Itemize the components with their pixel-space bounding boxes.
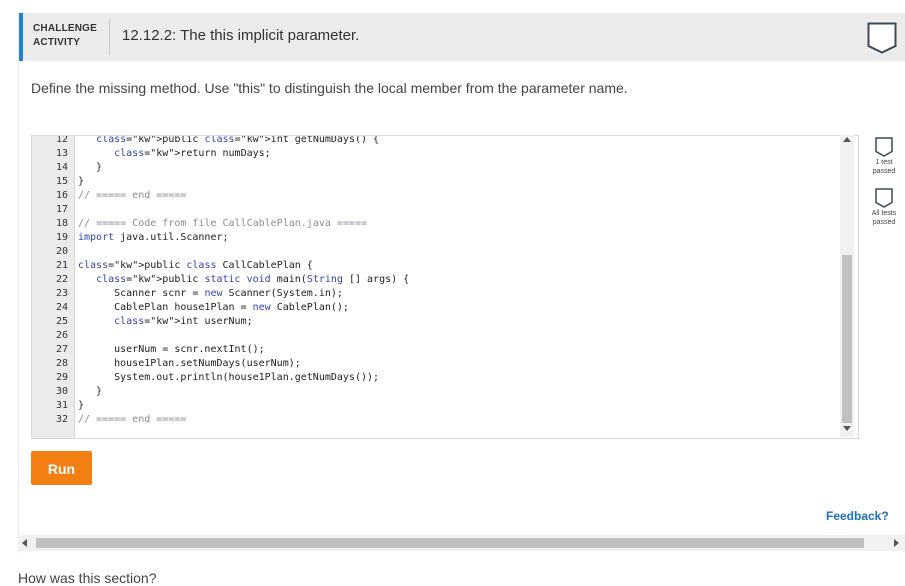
scroll-down-arrow-icon[interactable]	[843, 426, 851, 431]
test-result-label: All tests passed	[862, 209, 905, 227]
code-line[interactable]: }	[78, 399, 84, 413]
code-line[interactable]: }	[78, 385, 102, 399]
run-button[interactable]: Run	[31, 451, 92, 485]
instructions-text: Define the missing method. Use "this" to…	[31, 80, 628, 96]
line-number: 29	[55, 372, 68, 383]
scroll-right-arrow-icon[interactable]	[894, 539, 899, 547]
line-number: 28	[55, 358, 68, 369]
line-number: 31	[55, 400, 68, 411]
badge-line-2: ACTIVITY	[33, 37, 81, 48]
line-number: 25	[55, 316, 68, 327]
code-line[interactable]: }	[78, 175, 84, 189]
activity-header: CHALLENGE ACTIVITY 12.12.2: The this imp…	[19, 13, 905, 61]
test-label-line: 1 test	[875, 159, 893, 166]
horizontal-scrollbar-thumb[interactable]	[36, 538, 864, 548]
code-line[interactable]: }	[78, 161, 102, 175]
scrollbar-thumb[interactable]	[842, 255, 852, 423]
code-line[interactable]: userNum = scnr.nextInt();	[78, 343, 265, 357]
line-number: 26	[55, 330, 68, 341]
test-result-label: 1 test passed	[862, 158, 905, 176]
badge-line-1: CHALLENGE	[33, 23, 98, 34]
line-number: 13	[55, 148, 68, 159]
test-label-line: passed	[872, 219, 896, 226]
activity-type-badge: CHALLENGE ACTIVITY	[33, 22, 97, 50]
code-line[interactable]: house1Plan.setNumDays(userNum);	[78, 357, 301, 371]
scroll-up-arrow-icon[interactable]	[843, 137, 851, 142]
line-number: 18	[55, 218, 68, 229]
line-number: 19	[55, 232, 68, 243]
test-result-2: All tests passed	[862, 188, 905, 227]
challenge-activity-card: CHALLENGE ACTIVITY 12.12.2: The this imp…	[18, 13, 905, 553]
feedback-link[interactable]: Feedback?	[826, 509, 889, 523]
line-number: 32	[55, 414, 68, 425]
test-result-1: 1 test passed	[862, 137, 905, 176]
code-line[interactable]: Scanner scnr = new Scanner(System.in);	[78, 287, 343, 301]
code-line[interactable]: class="kw">int userNum;	[78, 315, 252, 329]
line-number: 16	[55, 190, 68, 201]
horizontal-scrollbar[interactable]	[18, 535, 905, 551]
line-number: 24	[55, 302, 68, 313]
code-line[interactable]: class="kw">public static void main(Strin…	[78, 273, 409, 287]
line-number: 12	[55, 135, 68, 145]
code-line[interactable]: import java.util.Scanner;	[78, 231, 229, 245]
code-line[interactable]: // ===== end =====	[78, 413, 186, 427]
code-line[interactable]: class="kw">return numDays;	[78, 147, 271, 161]
header-divider	[109, 19, 110, 55]
scroll-left-arrow-icon[interactable]	[22, 539, 27, 547]
section-rating-prompt: How was this section?	[18, 570, 157, 586]
line-number: 17	[55, 204, 68, 215]
code-line[interactable]: class="kw">public class CallCablePlan {	[78, 259, 313, 273]
shield-icon	[875, 188, 893, 208]
test-label-line: All tests	[871, 210, 897, 217]
line-number: 30	[55, 386, 68, 397]
header-accent-bar	[19, 13, 23, 61]
line-number: 15	[55, 176, 68, 187]
shield-icon	[875, 137, 893, 157]
test-results: 1 test passed All tests passed	[862, 137, 905, 227]
editor-vertical-scrollbar[interactable]	[840, 135, 854, 437]
code-line[interactable]: CablePlan house1Plan = new CablePlan();	[78, 301, 349, 315]
code-line[interactable]: // ===== end =====	[78, 189, 186, 203]
line-number: 23	[55, 288, 68, 299]
line-number: 14	[55, 162, 68, 173]
code-line[interactable]: // ===== Code from file CallCablePlan.ja…	[78, 217, 367, 231]
line-number: 20	[55, 246, 68, 257]
test-label-line: passed	[872, 168, 896, 175]
code-editor[interactable]: 12 class="kw">public class="kw">int getN…	[31, 135, 859, 439]
activity-title: 12.12.2: The this implicit parameter.	[122, 27, 360, 44]
code-line[interactable]: System.out.println(house1Plan.getNumDays…	[78, 371, 379, 385]
line-number: 21	[55, 260, 68, 271]
line-number: 27	[55, 344, 68, 355]
code-line[interactable]: class="kw">public class="kw">int getNumD…	[78, 136, 379, 147]
line-number: 22	[55, 274, 68, 285]
completion-shield-icon	[867, 22, 897, 54]
